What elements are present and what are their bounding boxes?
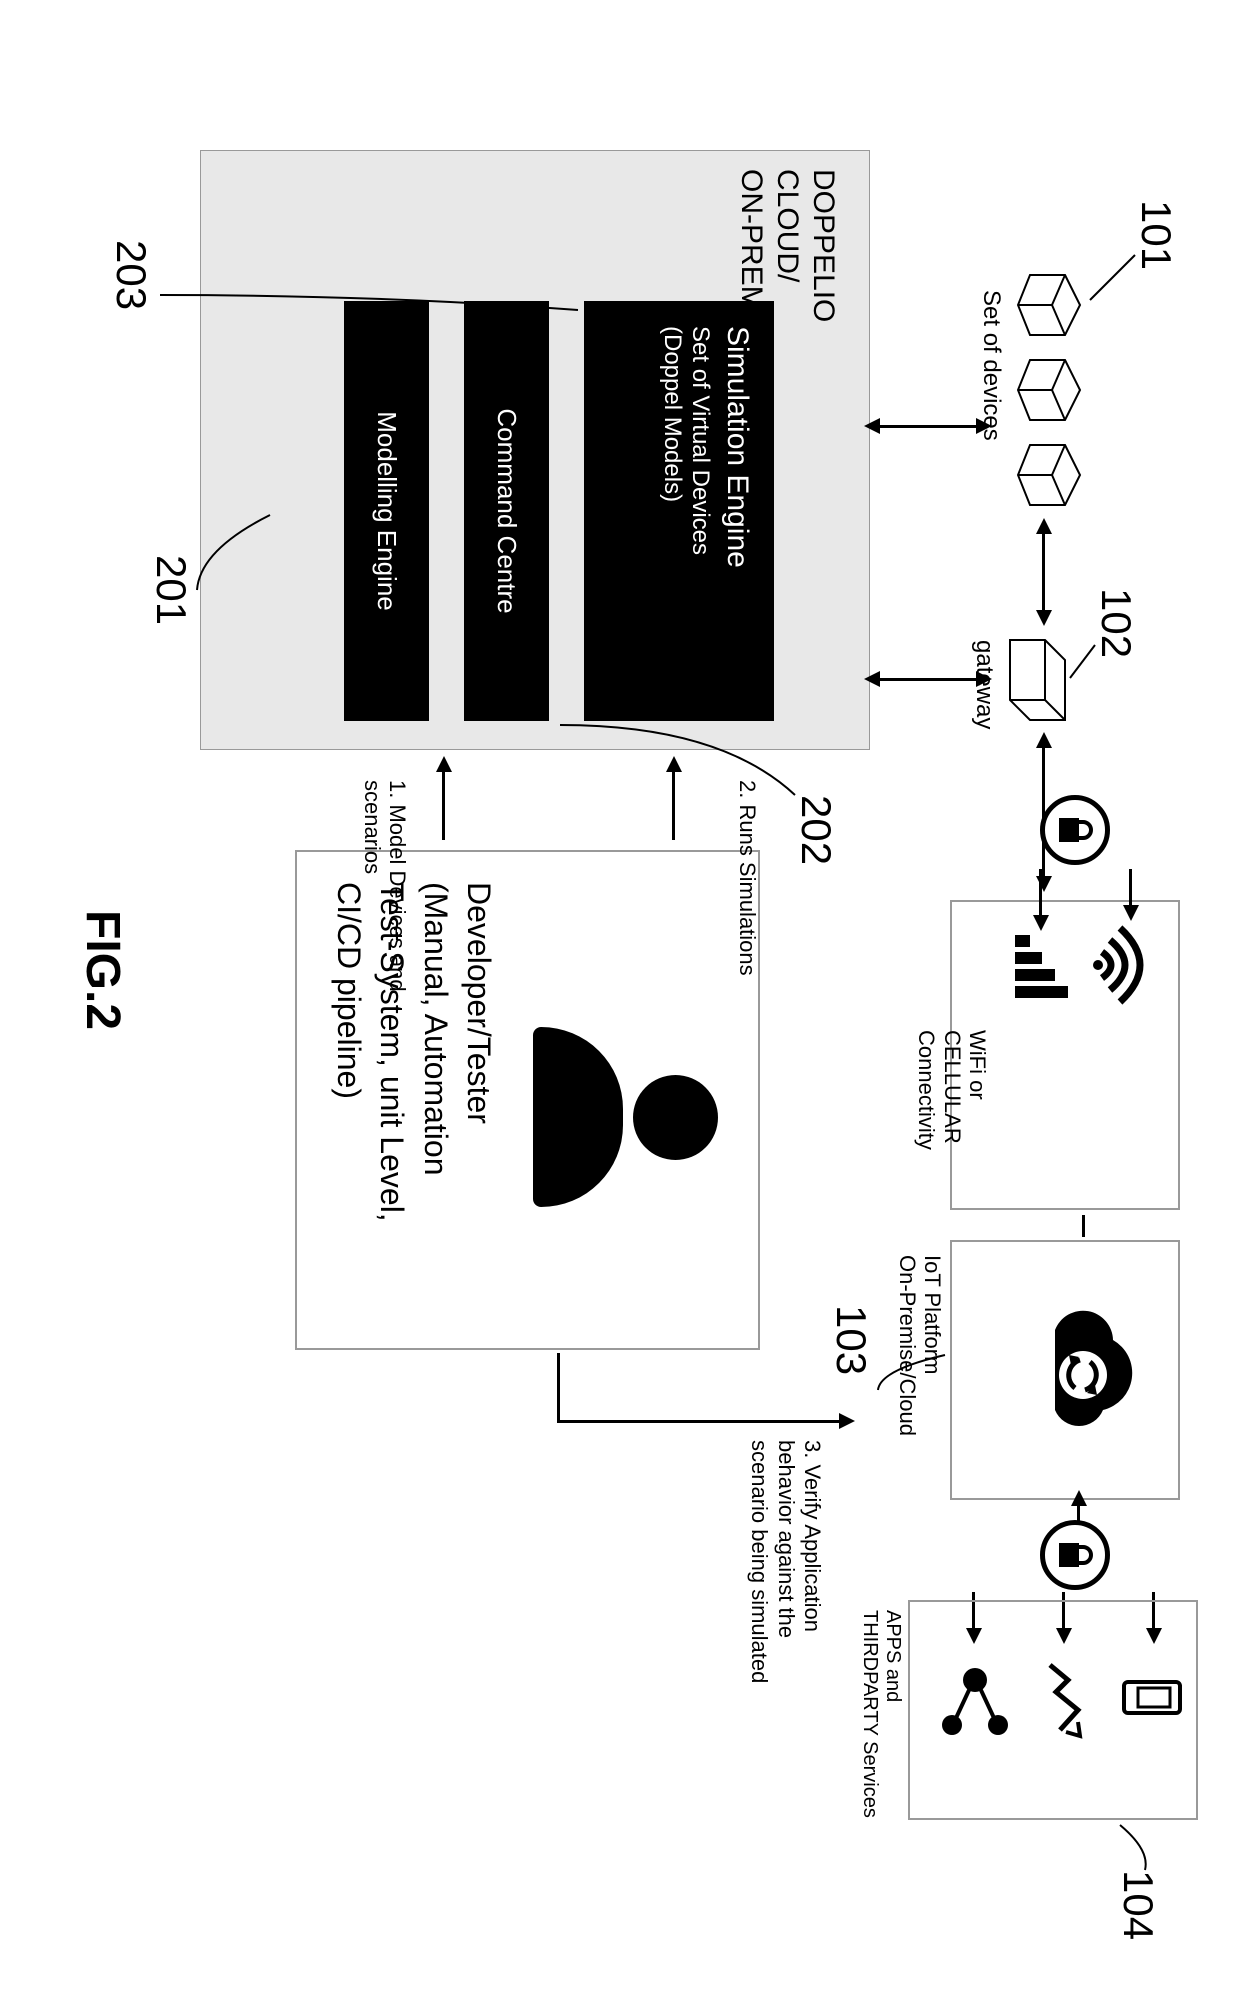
ref-202: 202 bbox=[792, 795, 840, 865]
sim-engine-sub1: Set of Virtual Devices bbox=[686, 326, 714, 696]
connector bbox=[875, 678, 980, 681]
ref-104: 104 bbox=[1114, 1870, 1162, 1940]
leader-line bbox=[1115, 1820, 1155, 1875]
command-centre-label: Command Centre bbox=[491, 408, 522, 613]
arrow-head-icon bbox=[1036, 518, 1052, 534]
step3-label: 3. Verify Application behavior against t… bbox=[746, 1440, 825, 1683]
connector bbox=[1042, 530, 1045, 610]
device-cube-icon bbox=[1015, 355, 1090, 425]
connector bbox=[557, 1353, 560, 1423]
doppelio-block: DOPPELIO CLOUD/ ON-PREM Simulation Engin… bbox=[200, 150, 870, 750]
sim-engine-sub2: (Doppel Models) bbox=[658, 326, 686, 696]
modelling-engine-label: Modelling Engine bbox=[371, 411, 402, 610]
ref-201: 201 bbox=[147, 555, 195, 625]
step1-l2: scenarios bbox=[360, 780, 385, 874]
share-network-icon bbox=[940, 1660, 1010, 1745]
connector bbox=[442, 770, 445, 840]
lock-icon bbox=[1057, 814, 1093, 846]
arrow-head-icon bbox=[1033, 915, 1049, 931]
step3-l3: scenario being simulated bbox=[747, 1440, 772, 1683]
cellular-signal-icon bbox=[1010, 935, 1070, 1005]
apps-l2: THIRDPARTY Services bbox=[859, 1610, 881, 1818]
diagram-canvas: DOPPELIO CLOUD/ ON-PREM Simulation Engin… bbox=[0, 0, 1240, 1992]
ref-203: 203 bbox=[107, 240, 155, 310]
leader-line bbox=[550, 720, 800, 805]
device-cube-icon bbox=[1015, 440, 1090, 510]
analytics-chart-icon bbox=[1040, 1660, 1090, 1740]
leader-line bbox=[150, 290, 580, 370]
arrow-head-icon bbox=[1071, 1490, 1087, 1506]
apps-l1: APPS and bbox=[882, 1610, 904, 1702]
connector bbox=[1082, 1215, 1085, 1237]
conn-l2: CELLULAR bbox=[940, 1030, 965, 1144]
connector bbox=[1039, 869, 1042, 919]
arrow-head-icon bbox=[1036, 610, 1052, 626]
lock-icon bbox=[1057, 1539, 1093, 1571]
mobile-app-icon bbox=[1122, 1680, 1182, 1715]
sim-engine-title: Simulation Engine bbox=[720, 326, 754, 696]
figure-label: FIG.2 bbox=[75, 910, 130, 1030]
lock-badge-icon bbox=[1040, 1520, 1110, 1590]
step1-l1: 1. Model Devices and bbox=[385, 780, 410, 992]
wifi-icon bbox=[1090, 920, 1160, 1010]
arrow-head-icon bbox=[864, 671, 880, 687]
dev-l2: (Manual, Automation bbox=[418, 882, 454, 1176]
arrow-head-icon bbox=[864, 418, 880, 434]
leader-line bbox=[1085, 250, 1140, 310]
apps-label: APPS and THIRDPARTY Services bbox=[858, 1610, 904, 1818]
connector bbox=[875, 425, 980, 428]
person-icon bbox=[533, 1027, 718, 1207]
lock-badge-icon bbox=[1040, 795, 1110, 865]
leader-line bbox=[875, 1350, 950, 1400]
iot-label: IoT Platform On-Premise/Cloud bbox=[894, 1255, 945, 1436]
connector bbox=[1129, 869, 1132, 909]
iot-l2: On-Premise/Cloud bbox=[895, 1255, 920, 1436]
gateway-icon bbox=[1005, 635, 1070, 725]
arrow-head-icon bbox=[1036, 732, 1052, 748]
developer-text: Developer/Tester (Manual, Automation Tes… bbox=[327, 882, 500, 1222]
device-cube-icon bbox=[1015, 270, 1090, 340]
leader-line bbox=[190, 510, 275, 600]
dev-l1: Developer/Tester bbox=[461, 882, 497, 1124]
simulation-engine-block: Simulation Engine Set of Virtual Devices… bbox=[584, 301, 774, 721]
arrow-head-icon bbox=[976, 671, 992, 687]
connector bbox=[557, 1420, 842, 1423]
ref-103: 103 bbox=[827, 1305, 875, 1375]
cloud-sync-icon bbox=[1025, 1290, 1145, 1450]
doppelio-title-l3: ON-PREM bbox=[735, 169, 768, 311]
connectivity-label: WiFi or CELLULAR Connectivity bbox=[914, 1030, 990, 1150]
arrow-head-icon bbox=[976, 418, 992, 434]
doppelio-title-l1: DOPPELIO bbox=[807, 169, 840, 322]
step2-label: 2. Runs Simulations bbox=[734, 780, 760, 976]
conn-l1: WiFi or bbox=[965, 1030, 990, 1100]
step3-l1: 3. Verify Application bbox=[800, 1440, 825, 1632]
doppelio-title-l2: CLOUD/ bbox=[771, 169, 804, 282]
arrow-head-icon bbox=[1123, 905, 1139, 921]
step1-label: 1. Model Devices and scenarios bbox=[359, 780, 410, 992]
doppelio-title: DOPPELIO CLOUD/ ON-PREM bbox=[733, 169, 841, 322]
step3-l2: behavior against the bbox=[774, 1440, 799, 1638]
arrow-head-icon bbox=[436, 756, 452, 772]
arrow-head-icon bbox=[839, 1413, 855, 1429]
leader-line bbox=[1065, 640, 1100, 685]
conn-l3: Connectivity bbox=[914, 1030, 939, 1150]
